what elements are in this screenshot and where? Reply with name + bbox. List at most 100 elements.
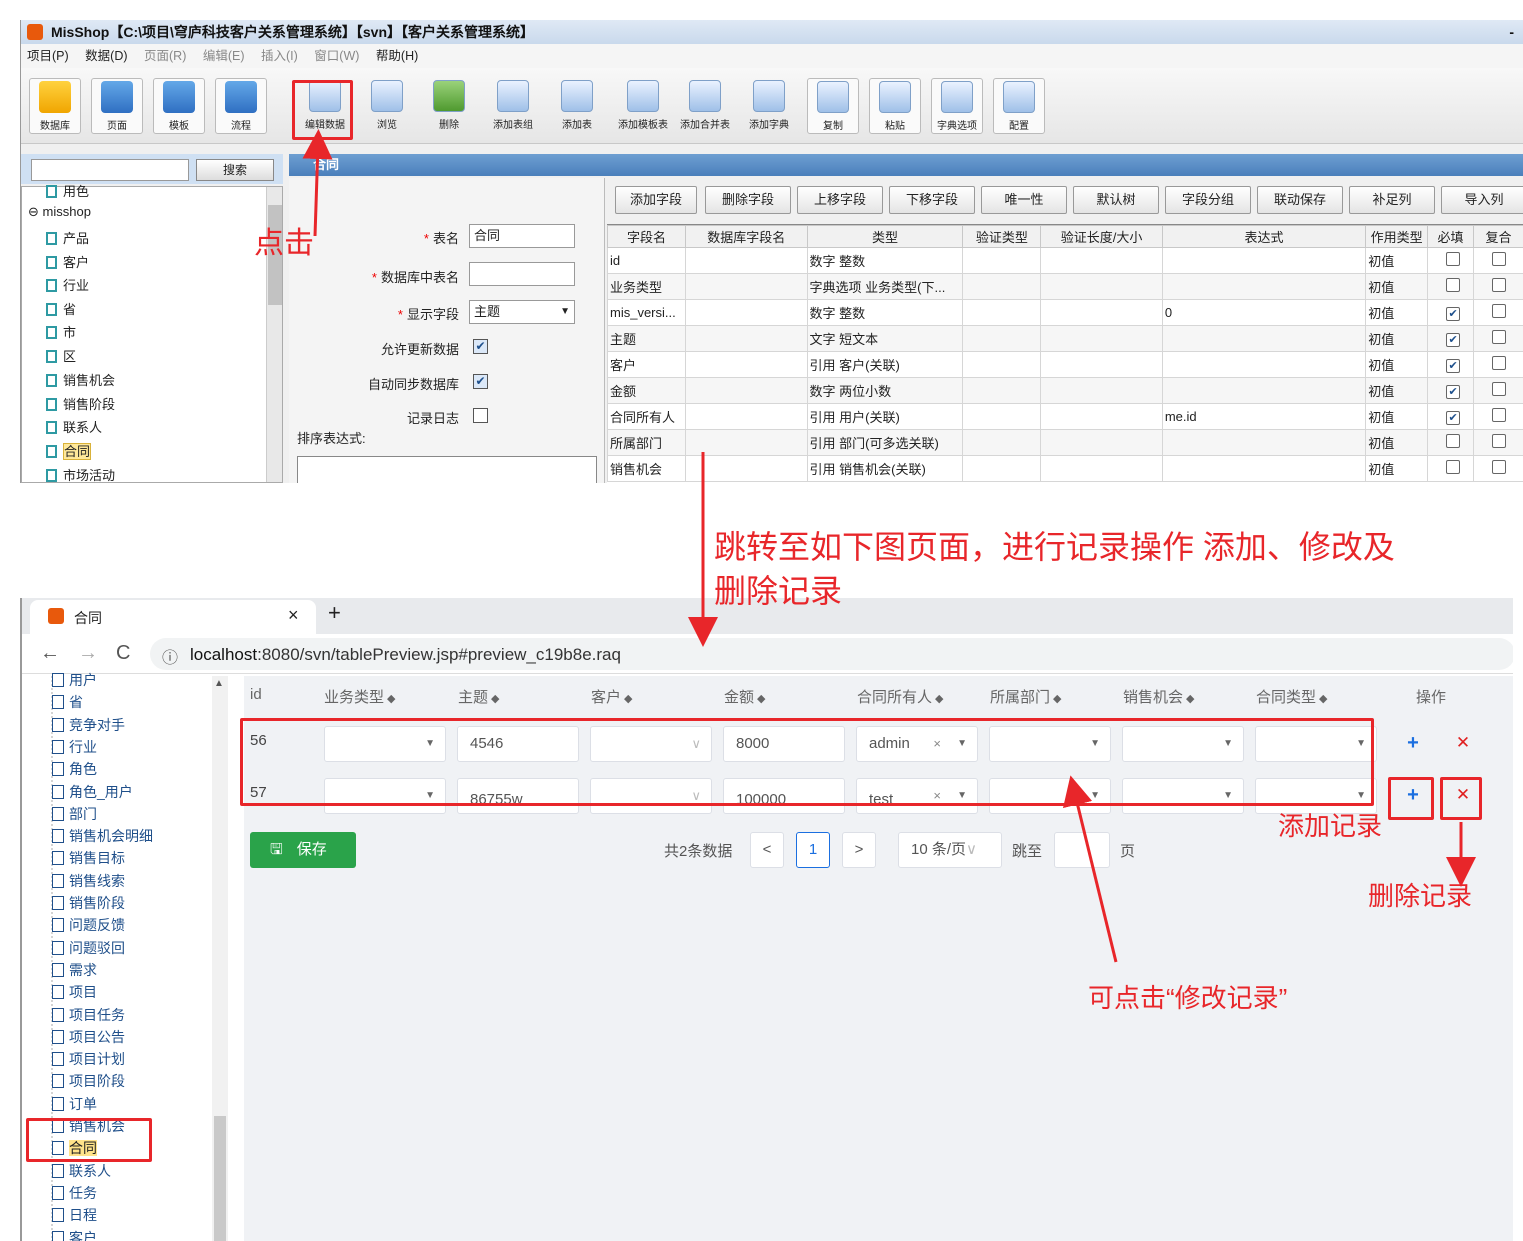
- toolbar-add-template-table-button[interactable]: 添加模板表: [617, 78, 669, 134]
- scroll-thumb[interactable]: [214, 1116, 226, 1241]
- tree-item[interactable]: 问题反馈: [52, 915, 125, 935]
- field-name-cell[interactable]: 业务类型: [607, 273, 686, 300]
- required-checkbox[interactable]: [1446, 252, 1461, 266]
- tree-item[interactable]: 客户: [52, 1228, 97, 1241]
- tree-item[interactable]: 项目: [52, 982, 97, 1002]
- back-icon[interactable]: ←: [40, 642, 60, 665]
- tree-search-button[interactable]: 搜索: [196, 159, 274, 181]
- tree-search-input[interactable]: [31, 159, 189, 181]
- forward-icon[interactable]: →: [78, 642, 98, 665]
- type-cell[interactable]: 字典选项 业务类型(下...: [806, 273, 964, 300]
- type-cell[interactable]: 引用 用户(关联): [806, 403, 964, 430]
- composite-cell[interactable]: [1473, 299, 1523, 326]
- db-field-name-cell[interactable]: [684, 455, 808, 482]
- type-cell[interactable]: 引用 销售机会(关联): [806, 455, 964, 482]
- menu-window[interactable]: 窗口(W): [314, 49, 359, 63]
- db-field-name-cell[interactable]: [684, 299, 808, 326]
- validation-length-cell[interactable]: [1040, 247, 1163, 274]
- tree-item[interactable]: 行业: [46, 275, 89, 294]
- move-field-down-button[interactable]: 下移字段: [889, 186, 975, 214]
- toolbar-template-button[interactable]: 模板: [153, 78, 205, 134]
- minimize-button[interactable]: -: [1509, 20, 1514, 44]
- field-name-cell[interactable]: 客户: [607, 351, 686, 378]
- site-info-icon[interactable]: ⓘ: [162, 644, 178, 668]
- grid-row[interactable]: 所属部门 引用 部门(可多选关联) 初值: [607, 429, 1523, 456]
- expression-cell[interactable]: [1161, 351, 1367, 378]
- expression-cell[interactable]: [1161, 273, 1367, 300]
- field-name-cell[interactable]: 合同所有人: [607, 403, 686, 430]
- validation-length-cell[interactable]: [1040, 299, 1163, 326]
- toolbar-add-dictionary-button[interactable]: 添加字典: [743, 78, 795, 134]
- log-checkbox[interactable]: [473, 408, 488, 423]
- composite-cell[interactable]: [1473, 325, 1523, 352]
- scope-cell[interactable]: 初值: [1365, 273, 1429, 300]
- tree-item[interactable]: 产品: [46, 228, 89, 247]
- menu-insert[interactable]: 插入(I): [261, 49, 298, 63]
- fill-columns-button[interactable]: 补足列: [1349, 186, 1435, 214]
- browser-tab[interactable]: 合同 ×: [30, 600, 316, 634]
- grid-row[interactable]: 业务类型 字典选项 业务类型(下... 初值: [607, 273, 1523, 300]
- db-table-name-input[interactable]: [469, 262, 575, 286]
- required-cell[interactable]: [1427, 429, 1474, 456]
- column-header-customer[interactable]: 客户 ◆: [591, 686, 632, 707]
- add-record-icon[interactable]: +: [1399, 730, 1427, 758]
- display-field-select[interactable]: 主题 ▼: [469, 300, 575, 324]
- toolbar-config-button[interactable]: 配置: [993, 78, 1045, 134]
- menu-project[interactable]: 项目(P): [27, 49, 69, 63]
- required-cell[interactable]: [1427, 273, 1474, 300]
- composite-cell[interactable]: [1473, 351, 1523, 378]
- composite-cell[interactable]: [1473, 429, 1523, 456]
- unique-button[interactable]: 唯一性: [981, 186, 1067, 214]
- grid-row[interactable]: 金额 数字 两位小数 初值 ✔: [607, 377, 1523, 404]
- page-size-select[interactable]: 10 条/页∨: [898, 832, 1002, 868]
- pager-page-1[interactable]: 1: [796, 832, 830, 868]
- grid-row[interactable]: 主题 文字 短文本 初值 ✔: [607, 325, 1523, 352]
- composite-checkbox[interactable]: [1492, 330, 1506, 344]
- menu-page[interactable]: 页面(R): [144, 49, 186, 63]
- tree-item[interactable]: 需求: [52, 960, 97, 980]
- grid-header[interactable]: 类型: [806, 225, 964, 248]
- composite-checkbox[interactable]: [1492, 278, 1506, 292]
- required-checkbox[interactable]: [1446, 434, 1461, 448]
- toolbar-add-table-group-button[interactable]: 添加表组: [487, 78, 539, 134]
- grid-header[interactable]: 数据库字段名: [684, 225, 808, 248]
- tree-item[interactable]: 用色: [46, 181, 89, 200]
- type-cell[interactable]: 引用 客户(关联): [806, 351, 964, 378]
- composite-checkbox[interactable]: [1492, 434, 1506, 448]
- required-cell[interactable]: ✔: [1427, 403, 1474, 430]
- db-field-name-cell[interactable]: [684, 377, 808, 404]
- scope-cell[interactable]: 初值: [1365, 247, 1429, 274]
- field-group-button[interactable]: 字段分组: [1165, 186, 1251, 214]
- validation-length-cell[interactable]: [1040, 455, 1163, 482]
- column-header-opportunity[interactable]: 销售机会 ◆: [1123, 686, 1194, 707]
- composite-checkbox[interactable]: [1492, 356, 1506, 370]
- toolbar-delete-button[interactable]: 删除: [423, 78, 475, 134]
- db-field-name-cell[interactable]: [684, 325, 808, 352]
- toolbar-paste-button[interactable]: 粘贴: [869, 78, 921, 134]
- grid-row[interactable]: id 数字 整数 初值: [607, 247, 1523, 274]
- tree-item[interactable]: 销售线索: [52, 871, 125, 891]
- validation-type-cell[interactable]: [962, 273, 1042, 300]
- scroll-up-icon[interactable]: ▲: [214, 678, 224, 689]
- delete-record-icon[interactable]: ✕: [1449, 730, 1477, 758]
- scope-cell[interactable]: 初值: [1365, 325, 1429, 352]
- column-header-department[interactable]: 所属部门 ◆: [990, 686, 1061, 707]
- db-field-name-cell[interactable]: [684, 403, 808, 430]
- tree-item[interactable]: 市场活动: [46, 465, 115, 483]
- required-checkbox[interactable]: ✔: [1446, 410, 1461, 425]
- reload-icon[interactable]: C: [116, 642, 130, 665]
- grid-header[interactable]: 字段名: [607, 225, 686, 248]
- tree-item-misshop[interactable]: ⊖ misshop: [28, 204, 91, 220]
- required-cell[interactable]: ✔: [1427, 377, 1474, 404]
- add-field-button[interactable]: 添加字段: [615, 186, 697, 214]
- tree-item[interactable]: 销售阶段: [46, 394, 115, 413]
- scope-cell[interactable]: 初值: [1365, 455, 1429, 482]
- menu-data[interactable]: 数据(D): [85, 49, 127, 63]
- required-checkbox[interactable]: ✔: [1446, 358, 1461, 373]
- required-checkbox[interactable]: ✔: [1446, 332, 1461, 347]
- pager-prev-button[interactable]: <: [750, 832, 784, 868]
- table-name-input[interactable]: 合同: [469, 224, 575, 248]
- tree-item[interactable]: 联系人: [46, 417, 102, 436]
- tree-item[interactable]: 销售阶段: [52, 893, 125, 913]
- validation-type-cell[interactable]: [962, 403, 1042, 430]
